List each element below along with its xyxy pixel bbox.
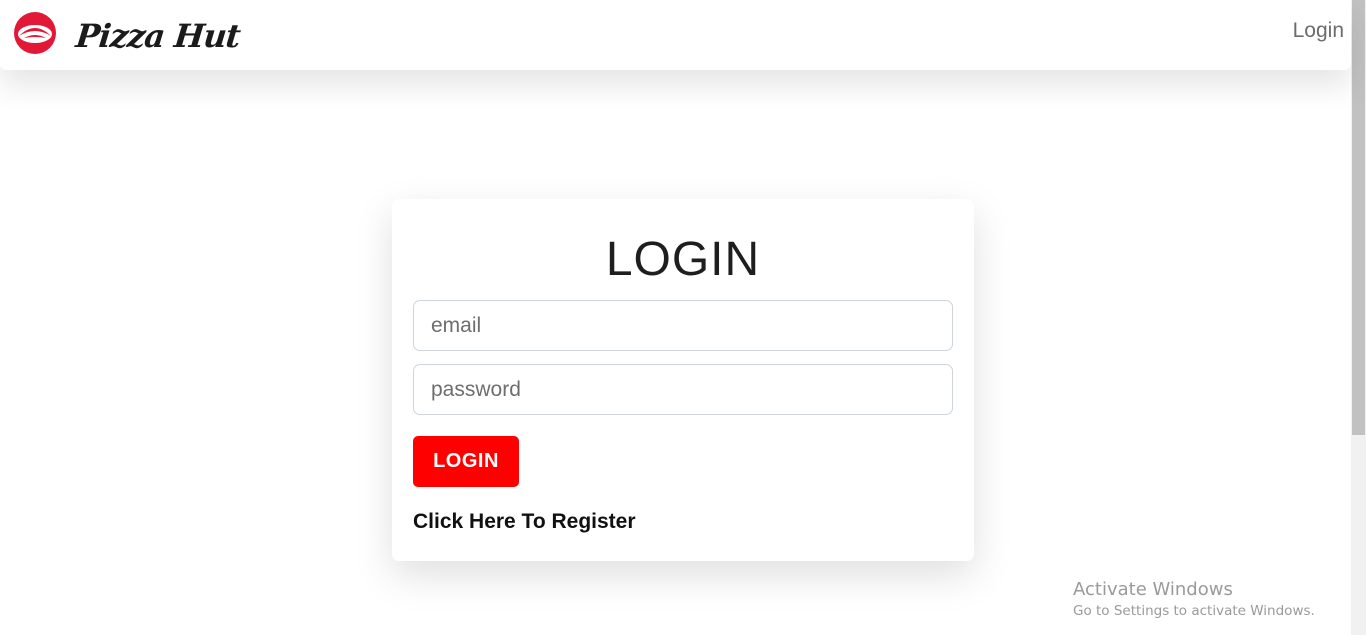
brand-wordmark: Pizza Hut xyxy=(74,17,242,55)
login-title: LOGIN xyxy=(605,233,761,286)
navbar: Pizza Hut Login xyxy=(0,0,1351,70)
watermark-subtitle: Go to Settings to activate Windows. xyxy=(1073,603,1315,619)
scrollbar-thumb[interactable] xyxy=(1352,0,1365,435)
login-button[interactable]: LOGIN xyxy=(413,436,519,487)
vertical-scrollbar[interactable] xyxy=(1351,0,1366,635)
register-link[interactable]: Click Here To Register xyxy=(413,510,636,534)
password-input[interactable] xyxy=(413,364,953,415)
pizza-hut-roof-logo-icon xyxy=(14,12,56,54)
page: Pizza Hut Login LOGIN LOGIN Click Here T… xyxy=(0,0,1366,635)
email-input[interactable] xyxy=(413,300,953,351)
nav-login-link[interactable]: Login xyxy=(1293,18,1344,44)
watermark-title: Activate Windows xyxy=(1073,579,1233,600)
windows-activation-watermark: Activate Windows Go to Settings to activ… xyxy=(1073,579,1315,621)
brand-logo-link[interactable]: Pizza Hut xyxy=(10,11,242,55)
